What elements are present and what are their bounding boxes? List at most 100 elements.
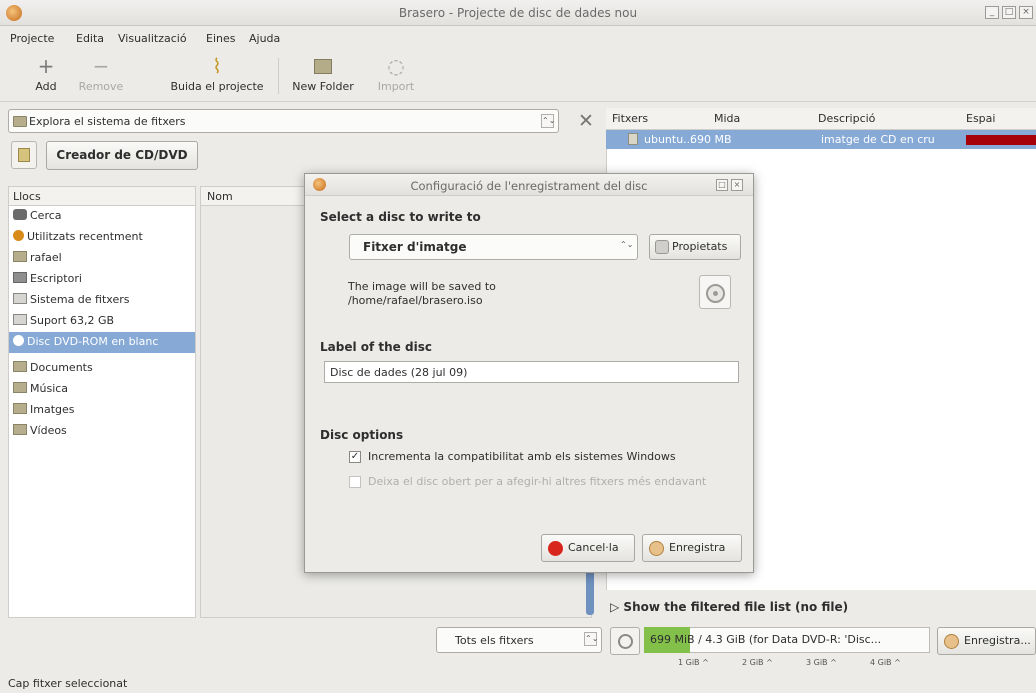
close-window-button[interactable]: × — [1019, 6, 1033, 19]
place-videos[interactable]: Vídeos — [9, 421, 195, 442]
new-folder-label: New Folder — [292, 80, 354, 93]
place-music[interactable]: Música — [9, 379, 195, 400]
title-bar: Brasero - Projecte de disc de dades nou — [0, 0, 1036, 26]
place-label: Disc DVD-ROM en blanc — [27, 335, 159, 348]
place-search[interactable]: Cerca — [9, 206, 195, 227]
disc-options-heading: Disc options — [320, 428, 404, 442]
capacity-text: 699 MiB / 4.3 GiB (for Data DVD-R: 'Disc… — [650, 633, 882, 646]
minus-icon: − — [92, 54, 110, 78]
toolbar-separator — [278, 58, 279, 94]
cancel-button[interactable]: Cancel·la — [541, 534, 635, 562]
folder-icon — [13, 116, 27, 127]
dialog-burn-button[interactable]: Enregistra — [642, 534, 742, 562]
capacity-tick: 3 GiB ^ — [806, 658, 837, 667]
close-dialog-button[interactable]: × — [731, 179, 743, 191]
menu-eines[interactable]: Eines — [206, 32, 235, 45]
places-header-label: Llocs — [13, 190, 41, 203]
disc-label-heading: Label of the disc — [320, 340, 432, 354]
target-disc-select[interactable]: Fitxer d'imatge ⌃⌄ — [349, 234, 638, 260]
burn-label: Enregistra... — [964, 634, 1031, 647]
file-filter-select[interactable]: Tots els fitxers ⌃⌄ — [436, 627, 602, 653]
drive-icon — [13, 314, 27, 325]
windows-compat-checkbox[interactable]: ✓ — [349, 451, 361, 463]
menu-visualitzacio[interactable]: Visualització — [118, 32, 187, 45]
new-folder-button[interactable]: New Folder — [286, 54, 360, 93]
file-filter-label: Tots els fitxers — [455, 634, 534, 647]
windows-compat-label: Incrementa la compatibilitat amb els sis… — [368, 450, 676, 463]
burner-icon[interactable] — [11, 141, 37, 169]
place-home[interactable]: rafael — [9, 248, 195, 269]
remove-button[interactable]: − Remove — [76, 54, 126, 93]
minimize-button[interactable]: _ — [985, 6, 999, 19]
folder-icon — [13, 424, 27, 435]
maximize-button[interactable]: □ — [1002, 6, 1016, 19]
combo-arrows-icon: ⌃⌄ — [584, 632, 598, 646]
empty-label: Buida el projecte — [170, 80, 264, 93]
filtered-file-toggle[interactable]: ▷ Show the filtered file list (no file) — [610, 600, 848, 614]
place-label: Suport 63,2 GB — [30, 314, 115, 327]
space-usage-bar — [966, 135, 1036, 145]
burn-disc-icon — [944, 634, 959, 649]
burn-settings-dialog: Configuració de l'enregistrament del dis… — [304, 173, 754, 573]
place-label: Imatges — [30, 403, 75, 416]
properties-button[interactable]: Propietats — [649, 234, 741, 260]
places-header[interactable]: Llocs — [8, 186, 196, 206]
place-label: Utilitzats recentment — [27, 230, 143, 243]
explorer-select-label: Explora el sistema de fitxers — [29, 115, 186, 128]
folder-icon — [13, 382, 27, 393]
place-desktop[interactable]: Escriptori — [9, 269, 195, 290]
iso-file-icon — [628, 133, 638, 145]
disc-selector-button[interactable] — [610, 627, 640, 655]
place-media[interactable]: Suport 63,2 GB — [9, 311, 195, 332]
filtered-file-label: Show the filtered file list (no file) — [623, 600, 849, 614]
maximize-dialog-button[interactable]: □ — [716, 179, 728, 191]
place-recent[interactable]: Utilitzats recentment — [9, 227, 195, 248]
column-space[interactable]: Espai — [966, 112, 995, 125]
import-disc-icon: ◌ — [387, 54, 405, 78]
file-name: ubuntu... — [644, 133, 694, 146]
triangle-right-icon: ▷ — [610, 600, 620, 614]
disc-label-input[interactable]: Disc de dades (28 jul 09) — [324, 361, 739, 383]
status-bar: Cap fitxer seleccionat — [8, 677, 128, 690]
close-explorer-icon[interactable]: ✕ — [578, 110, 594, 132]
place-label: Vídeos — [30, 424, 67, 437]
place-label: Música — [30, 382, 69, 395]
import-button[interactable]: ◌ Import — [372, 54, 420, 93]
place-blank-dvd[interactable]: Disc DVD-ROM en blanc — [9, 332, 195, 353]
menu-bar: Projecte Edita Visualització Eines Ajuda — [0, 27, 1036, 49]
properties-label: Propietats — [672, 240, 728, 253]
search-icon — [13, 209, 27, 220]
app-icon — [6, 5, 22, 21]
explorer-select[interactable]: Explora el sistema de fitxers ⌃⌄ — [8, 109, 559, 133]
places-list: Cerca Utilitzats recentment rafael Escri… — [8, 206, 196, 618]
place-documents[interactable]: Documents — [9, 358, 195, 379]
place-pictures[interactable]: Imatges — [9, 400, 195, 421]
cancel-icon — [548, 541, 563, 556]
menu-edita[interactable]: Edita — [76, 32, 104, 45]
column-description[interactable]: Descripció — [818, 112, 875, 125]
remove-label: Remove — [78, 80, 124, 93]
disc-image-icon — [699, 275, 731, 309]
save-path-line2: /home/rafael/brasero.iso — [348, 294, 483, 307]
dialog-title: Configuració de l'enregistrament del dis… — [410, 179, 648, 193]
window-title: Brasero - Projecte de disc de dades nou — [398, 6, 638, 20]
dialog-title-bar: Configuració de l'enregistrament del dis… — [305, 174, 753, 196]
file-size: 690 MB — [690, 133, 732, 146]
place-filesystem[interactable]: Sistema de fitxers — [9, 290, 195, 311]
recent-icon — [13, 230, 24, 241]
folder-icon — [13, 403, 27, 414]
leave-open-checkbox[interactable] — [349, 476, 361, 488]
column-files[interactable]: Fitxers — [612, 112, 648, 125]
combo-arrows-icon: ⌃⌄ — [620, 240, 634, 249]
combo-arrows-icon: ⌃⌄ — [541, 114, 555, 128]
column-size[interactable]: Mida — [714, 112, 740, 125]
dialog-burn-label: Enregistra — [669, 541, 726, 554]
project-files-header: Fitxers Mida Descripció Espai — [606, 108, 1036, 130]
add-button[interactable]: + Add — [28, 54, 64, 93]
empty-project-button[interactable]: ⌇ Buida el projecte — [165, 54, 269, 93]
menu-projecte[interactable]: Projecte — [10, 32, 54, 45]
menu-ajuda[interactable]: Ajuda — [249, 32, 280, 45]
burn-button[interactable]: Enregistra... — [937, 627, 1036, 655]
cd-dvd-creator-button[interactable]: Creador de CD/DVD — [46, 141, 198, 170]
disc-icon — [13, 335, 24, 346]
